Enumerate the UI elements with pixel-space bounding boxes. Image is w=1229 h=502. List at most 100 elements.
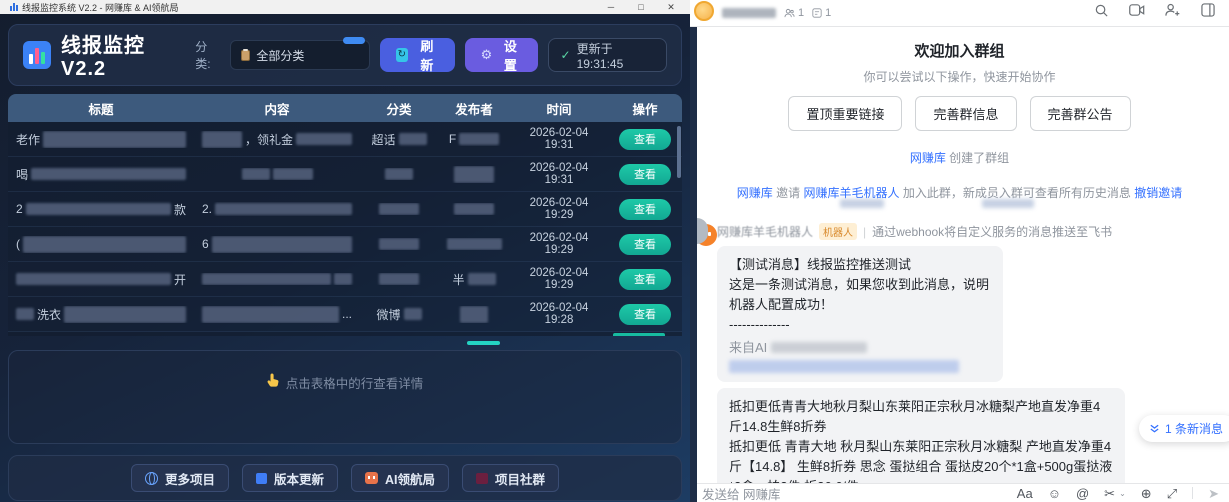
more-projects-button[interactable]: 更多项目: [131, 464, 229, 492]
row-time: 2026-02-04 19:29: [510, 197, 608, 221]
table-row[interactable]: 开 半 2026-02-04 19:29 查看: [8, 262, 682, 297]
user-link[interactable]: 网赚库: [910, 151, 946, 165]
community-button[interactable]: 项目社群: [462, 464, 559, 492]
pointing-hand-icon: [267, 373, 279, 387]
redacted-block: [459, 133, 499, 145]
invitee-link[interactable]: 网赚库羊毛机器人: [803, 186, 899, 200]
settings-button[interactable]: ⚙ 设置: [465, 38, 538, 72]
view-button[interactable]: 查看: [619, 199, 671, 220]
settings-label: 设置: [499, 36, 521, 74]
revoke-invite-link[interactable]: 撤销邀请: [1134, 186, 1182, 200]
scissors-icon[interactable]: ✂: [1104, 487, 1115, 500]
member-count[interactable]: 1: [784, 7, 804, 19]
message-footer-fragment: 来自AI: [729, 338, 767, 358]
scroll-indicator[interactable]: [467, 341, 500, 345]
redacted-block: [468, 273, 496, 285]
group-avatar[interactable]: [694, 1, 714, 21]
bot-name: 网赚库羊毛机器人: [717, 223, 813, 240]
view-button[interactable]: 查看: [619, 269, 671, 290]
pin-link-button[interactable]: 置顶重要链接: [788, 96, 902, 131]
redacted-block: [771, 342, 867, 353]
composer-placeholder: 发送给 网赚库: [702, 484, 780, 502]
view-button[interactable]: 查看: [619, 164, 671, 185]
table-scrollbar[interactable]: [677, 126, 681, 178]
column-header-time: 时间: [510, 99, 608, 118]
search-icon[interactable]: [1094, 3, 1109, 18]
expand-icon[interactable]: ⤢: [1167, 487, 1177, 500]
category-select[interactable]: 全部分类: [230, 40, 369, 70]
row-title-fragment: 2: [16, 202, 23, 216]
mention-icon[interactable]: @: [1076, 487, 1089, 500]
separator: |: [863, 225, 866, 239]
pin-board-icon: [812, 8, 822, 18]
redacted-block: [729, 360, 959, 373]
message-bubble[interactable]: 抵扣更低青青大地秋月梨山东莱阳正宗秋月冰糖梨产地直发净重4斤14.8生鲜8折券 …: [717, 388, 1125, 483]
redacted-block: [43, 131, 186, 148]
version-icon: [256, 473, 267, 484]
row-title-fragment: (: [16, 237, 20, 251]
plus-icon[interactable]: ⊕: [1141, 487, 1152, 500]
table-row[interactable]: 老作 ，领礼金 超话 F 2026-02-04 19:31 查看: [8, 122, 682, 157]
community-icon: [476, 473, 488, 484]
new-messages-label: 1 条新消息: [1165, 420, 1223, 437]
table-header-row: 标题 内容 分类 发布者 时间 操作: [8, 94, 682, 122]
version-update-button[interactable]: 版本更新: [242, 464, 338, 492]
format-icon[interactable]: Aa: [1017, 487, 1033, 500]
refresh-button[interactable]: ↻ 刷新: [380, 38, 455, 72]
redacted-block: [379, 203, 419, 215]
table-row[interactable]: ( 6 2026-02-04 19:29 查看: [8, 227, 682, 262]
row-publisher-fragment: F: [449, 132, 456, 146]
redacted-block: [202, 306, 339, 323]
redacted-block: [296, 133, 352, 145]
divider: [1192, 487, 1193, 499]
close-button[interactable]: ✕: [656, 0, 686, 14]
pinned-count[interactable]: 1: [812, 7, 831, 19]
message-text: 抵扣更低青青大地秋月梨山东莱阳正宗秋月冰糖梨产地直发净重4斤14.8生鲜8折券 …: [729, 397, 1113, 483]
minimize-button[interactable]: ─: [596, 0, 626, 14]
row-category-fragment: 微博: [376, 306, 400, 323]
redacted-block: [273, 168, 313, 180]
row-title-fragment: 款: [174, 201, 186, 218]
view-button[interactable]: 查看: [619, 129, 671, 150]
table-row[interactable]: 2款 2. 2026-02-04 19:29 查看: [8, 192, 682, 227]
sidebar-pane-icon[interactable]: [1201, 3, 1215, 17]
globe-icon: [145, 472, 158, 485]
new-messages-button[interactable]: 1 条新消息: [1139, 415, 1229, 442]
double-chevron-down-icon: [1149, 423, 1160, 434]
chevron-down-icon[interactable]: ⌄: [1119, 489, 1126, 498]
maximize-button[interactable]: □: [626, 0, 656, 14]
redacted-patches: [690, 201, 1229, 209]
row-title-fragment: 老作: [16, 131, 40, 148]
welcome-subtitle: 你可以尝试以下操作，快速开始协作: [690, 68, 1229, 85]
redacted-block: [242, 168, 270, 180]
column-header-content: 内容: [194, 99, 360, 118]
message-text: 【测试消息】线报监控推送测试 这是一条测试消息，如果您收到此消息，说明机器人配置…: [729, 255, 991, 336]
message-bubble[interactable]: 【测试消息】线报监控推送测试 这是一条测试消息，如果您收到此消息，说明机器人配置…: [717, 246, 1003, 382]
video-call-icon[interactable]: [1129, 3, 1145, 17]
message-composer[interactable]: 发送给 网赚库 Aa ☺ @ ✂ ⌄ ⊕ ⤢ ➤: [690, 483, 1229, 502]
complete-group-info-button[interactable]: 完善群信息: [915, 96, 1016, 131]
emoji-icon[interactable]: ☺: [1048, 487, 1061, 500]
bot-description: 通过webhook将自定义服务的消息推送至飞书: [872, 223, 1112, 240]
category-value: 全部分类: [256, 47, 304, 64]
redacted-block: [379, 238, 419, 250]
chat-message-list[interactable]: 欢迎加入群组 你可以尝试以下操作，快速开始协作 置顶重要链接 完善群信息 完善群…: [690, 27, 1229, 483]
inviter-link[interactable]: 网赚库: [737, 186, 773, 200]
row-time: 2026-02-04 19:29: [510, 267, 608, 291]
redacted-block: [399, 133, 427, 145]
redacted-block: [202, 273, 331, 285]
add-member-icon[interactable]: [1165, 3, 1181, 17]
view-button[interactable]: 查看: [619, 234, 671, 255]
detail-panel: 点击表格中的行查看详情: [8, 350, 682, 444]
gear-icon: ⚙: [481, 47, 493, 63]
table-row[interactable]: 洗衣 ... 微博 2026-02-04 19:28 查看: [8, 297, 682, 332]
table-row[interactable]: 喝 2026-02-04 19:31 查看: [8, 157, 682, 192]
detail-hint-text: 点击表格中的行查看详情: [286, 373, 424, 392]
ai-hub-button[interactable]: AI领航局: [351, 464, 449, 492]
send-icon[interactable]: ➤: [1208, 487, 1219, 500]
complete-announcement-button[interactable]: 完善群公告: [1030, 96, 1131, 131]
view-button[interactable]: 查看: [619, 304, 671, 325]
monitor-app-window: 线报监控系统 V2.2 - 网赚库 & AI领航局 ─ □ ✕ 线报监控 V2.…: [0, 0, 690, 502]
column-header-publisher: 发布者: [438, 99, 510, 118]
app-logo-icon: [23, 41, 51, 69]
